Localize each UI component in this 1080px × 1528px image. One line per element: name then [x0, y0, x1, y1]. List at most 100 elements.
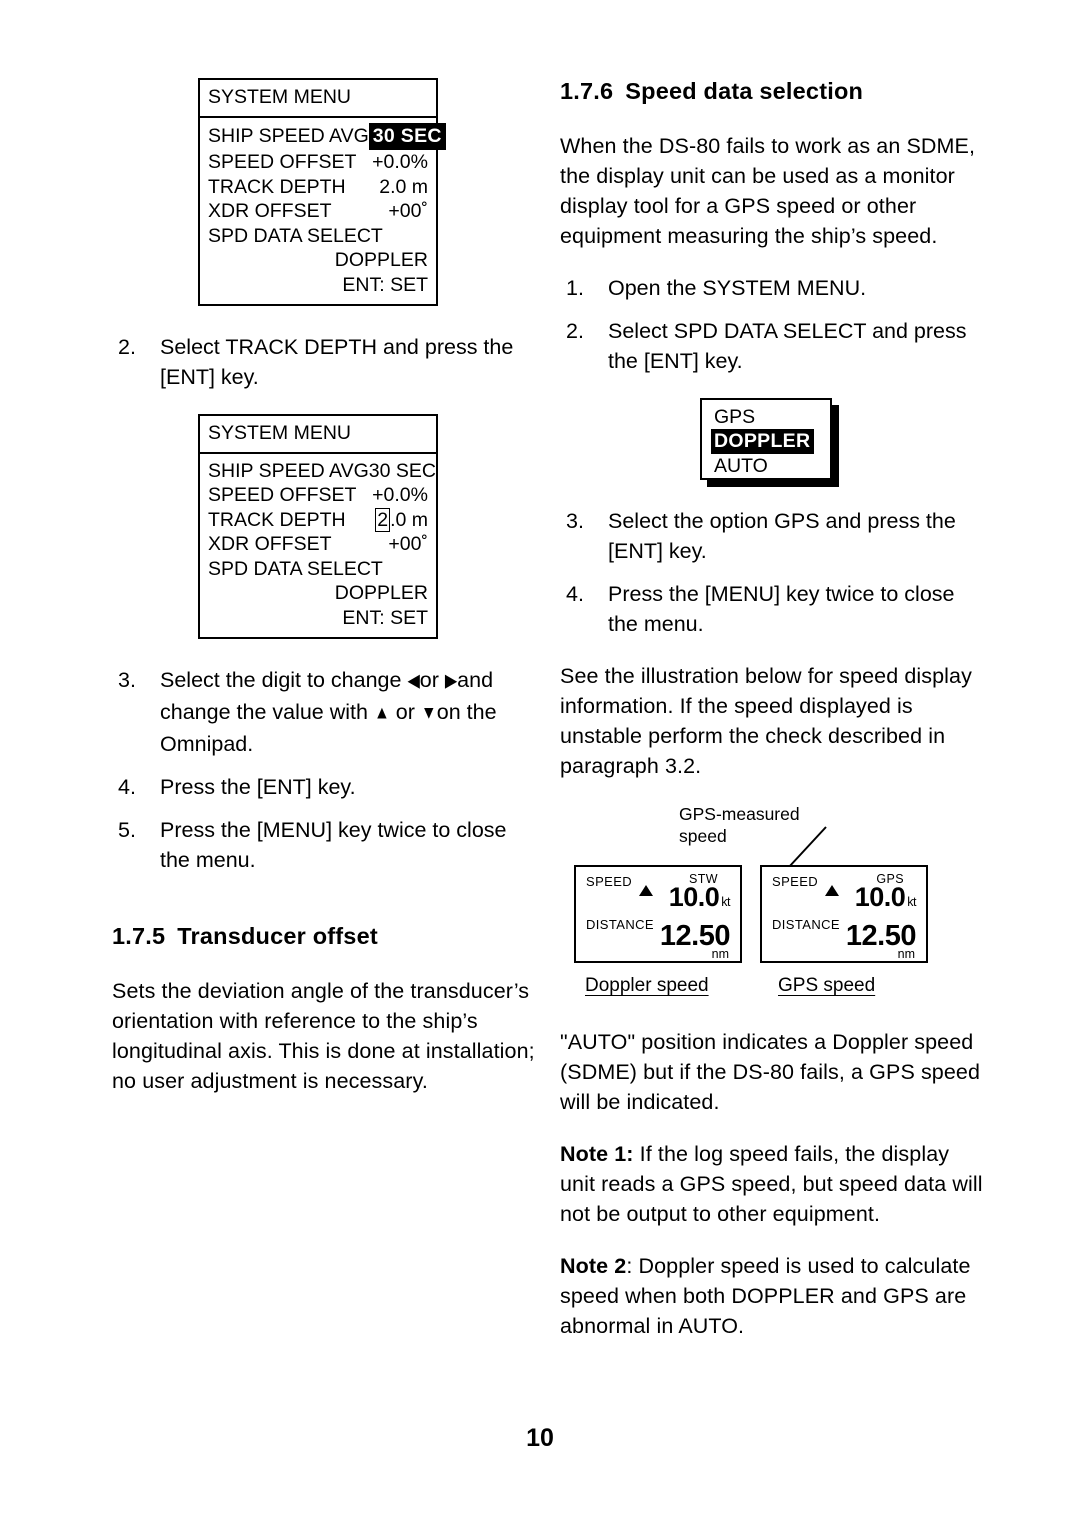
step-text: Select SPD DATA SELECT and press the [EN…: [608, 319, 967, 373]
step-text-part: or: [395, 700, 415, 724]
caption-gps-speed: GPS speed: [778, 975, 876, 996]
step-marker: 4.: [566, 582, 584, 606]
menu-footer-line: ENT: SET: [342, 606, 428, 629]
option-gps: GPS: [714, 406, 756, 428]
menu-row-value: 2.0 m: [379, 175, 428, 198]
triangle-indicator-icon: [639, 885, 653, 896]
menu-row-label: TRACK DEPTH: [208, 508, 346, 531]
menu-title: SYSTEM MENU: [200, 80, 436, 118]
speed-label: SPEED: [586, 874, 633, 889]
distance-label: DISTANCE: [586, 917, 654, 932]
arrow-up-icon: ▲: [373, 703, 390, 724]
section-heading-176: 1.7.6 Speed data selection: [560, 78, 990, 105]
speed-value: 10.0 kt: [668, 882, 731, 913]
list-item: 2. Select TRACK DEPTH and press the [ENT…: [112, 332, 542, 392]
step-text-part: Select the digit to change: [160, 668, 402, 692]
step-marker: 4.: [118, 775, 136, 799]
arrow-right-icon: ▶: [444, 671, 458, 692]
menu-footer-line: ENT: SET: [342, 273, 428, 296]
menu-row-value-selected: 30 SEC: [368, 122, 446, 150]
section-title: Speed data selection: [625, 78, 864, 104]
speed-value: 10.0 kt: [854, 882, 917, 913]
step-marker: 2.: [118, 335, 136, 359]
menu-row-label: TRACK DEPTH: [208, 175, 346, 198]
menu-row-value: 30 SEC: [368, 459, 436, 482]
list-item: 4. Press the [ENT] key.: [112, 772, 542, 802]
distance-label: DISTANCE: [772, 917, 840, 932]
callout-line-1: GPS-measured: [679, 804, 800, 824]
menu-footer-line: DOPPLER: [334, 249, 428, 271]
step-marker: 2.: [566, 319, 584, 343]
display-unit-gps: SPEED GPS 10.0 kt DISTANCE 12.50 nm: [760, 865, 928, 963]
step-text: Open the SYSTEM MENU.: [608, 276, 867, 300]
menu-row: SPEED OFFSET +0.0%: [208, 483, 428, 508]
list-item: 3. Select the option GPS and press the […: [560, 506, 990, 566]
menu-row-value-rest: .0 m: [390, 508, 428, 531]
step-marker: 3.: [566, 509, 584, 533]
step-list: 3. Select the option GPS and press the […: [560, 506, 990, 639]
menu-row-label: SHIP SPEED AVG: [208, 459, 369, 482]
menu-row-label: SPD DATA SELECT: [208, 224, 383, 247]
speed-unit: kt: [907, 895, 916, 909]
list-item: 5. Press the [MENU] key twice to close t…: [112, 815, 542, 875]
menu-row-label: XDR OFFSET: [208, 533, 332, 555]
menu-row: SPD DATA SELECT: [208, 224, 428, 249]
display-unit-doppler: SPEED STW 10.0 kt DISTANCE 12.50 nm: [574, 865, 742, 963]
list-item: 1. Open the SYSTEM MENU.: [560, 273, 990, 303]
menu-row-label: XDR OFFSET: [208, 200, 332, 222]
left-column: SYSTEM MENU SHIP SPEED AVG 30 SEC SPEED …: [112, 78, 542, 1118]
section-175-paragraph: Sets the deviation angle of the transduc…: [112, 979, 535, 1093]
menu-row: SPEED OFFSET +0.0%: [208, 150, 428, 175]
step-marker: 5.: [118, 818, 136, 842]
step-text: Select the option GPS and press the [ENT…: [608, 509, 956, 563]
step-marker: 1.: [566, 276, 584, 300]
page-number: 10: [526, 1424, 554, 1452]
menu-title: SYSTEM MENU: [200, 416, 436, 454]
menu-row: TRACK DEPTH 2.0 m: [208, 175, 428, 200]
see-illustration-paragraph: See the illustration below for speed dis…: [560, 664, 972, 778]
right-column: 1.7.6 Speed data selection When the DS-80…: [560, 78, 990, 1363]
system-menu-screenshot-1: SYSTEM MENU SHIP SPEED AVG 30 SEC SPEED …: [198, 78, 542, 306]
arrow-left-icon: ◀: [407, 671, 420, 692]
option-doppler-selected: DOPPLER: [711, 429, 815, 454]
menu-row: SHIP SPEED AVG 30 SEC: [208, 122, 446, 150]
distance-unit: nm: [897, 947, 915, 961]
arrow-down-icon: ▼: [420, 703, 437, 724]
note-2-label: Note 2: [560, 1254, 627, 1278]
step-text: Press the [MENU] key twice to close the …: [160, 818, 507, 872]
menu-row: XDR OFFSET +00˚: [208, 532, 428, 557]
section-176-intro-paragraph: When the DS-80 fails to work as an SDME,…: [560, 134, 976, 248]
speed-display-illustration: GPS-measured speed SPEED STW 10.0 kt DIST…: [560, 803, 990, 1003]
list-item: 3. Select the digit to change ◀or ▶and c…: [112, 665, 542, 759]
menu-row: SPD DATA SELECT: [208, 557, 428, 582]
speed-number: 10.0: [668, 882, 720, 912]
step-list: 3. Select the digit to change ◀or ▶and c…: [112, 665, 542, 875]
section-number: 1.7.5: [112, 923, 166, 949]
section-heading-175: 1.7.5 Transducer offset: [112, 923, 542, 950]
select-box: GPS DOPPLER AUTO: [700, 398, 832, 480]
distance-unit: nm: [711, 947, 729, 961]
menu-row-value: +0.0%: [372, 484, 428, 506]
speed-number: 10.0: [854, 882, 906, 912]
speed-label: SPEED: [772, 874, 819, 889]
menu-row-label: SPEED OFFSET: [208, 484, 357, 506]
step-list: 1. Open the SYSTEM MENU. 2. Select SPD D…: [560, 273, 990, 376]
note-1-paragraph: Note 1: If the log speed fails, the disp…: [560, 1139, 990, 1229]
menu-footer-line: DOPPLER: [334, 582, 428, 604]
speed-unit: kt: [721, 895, 730, 909]
menu-row-value: +00˚: [388, 200, 428, 222]
step-text: Press the [MENU] key twice to close the …: [608, 582, 955, 636]
option-auto: AUTO: [714, 455, 768, 477]
menu-row-with-cursor: TRACK DEPTH 2.0 m: [208, 507, 428, 533]
note-2-paragraph: Note 2: Doppler speed is used to calcula…: [560, 1251, 990, 1341]
section-number: 1.7.6: [560, 78, 614, 104]
triangle-indicator-icon: [825, 885, 839, 896]
spd-data-select-screenshot: GPS DOPPLER AUTO: [700, 398, 839, 487]
step-text: Press the [ENT] key.: [160, 775, 356, 799]
menu-row: SHIP SPEED AVG 30 SEC: [208, 459, 436, 484]
digit-cursor: 2: [375, 507, 391, 532]
menu-row-value: 2.0 m: [375, 507, 428, 533]
menu-row-value: +0.0%: [372, 151, 428, 173]
menu-row-label: SPEED OFFSET: [208, 151, 357, 173]
auto-position-paragraph: "AUTO" position indicates a Doppler spee…: [560, 1030, 981, 1114]
